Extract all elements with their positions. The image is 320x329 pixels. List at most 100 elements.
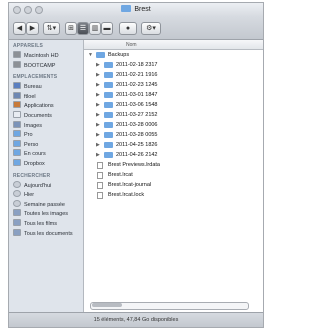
arrange-button[interactable]: ⇅▾ bbox=[43, 22, 60, 35]
disclosure-open-icon[interactable]: ▼ bbox=[88, 51, 93, 60]
list-item[interactable]: ▶ 2011-03-06 1548 bbox=[84, 101, 263, 110]
action-menu-button[interactable]: ⚙▾ bbox=[141, 22, 161, 35]
list-item[interactable]: ▶ 2011-03-28 0006 bbox=[84, 121, 263, 130]
folder-icon bbox=[104, 102, 113, 108]
disclosure-closed-icon[interactable]: ▶ bbox=[96, 71, 100, 80]
documents-icon bbox=[13, 111, 21, 118]
sidebar-item[interactable]: Macintosh HD bbox=[13, 51, 81, 60]
sidebar-item-label: ftloel bbox=[24, 93, 36, 100]
list-item-name: 2011-02-21 1916 bbox=[116, 72, 158, 78]
hard-drive-icon bbox=[13, 60, 21, 68]
folder-icon bbox=[104, 132, 113, 138]
smart-folder-icon bbox=[13, 219, 21, 226]
sidebar-item[interactable]: Documents bbox=[13, 111, 81, 120]
back-button[interactable]: ◀ bbox=[13, 22, 26, 35]
disclosure-closed-icon[interactable]: ▶ bbox=[96, 61, 100, 70]
sidebar-item[interactable]: Tous les documents bbox=[13, 228, 81, 238]
home-icon bbox=[13, 91, 21, 99]
list-item-name: 2011-04-25 1826 bbox=[116, 142, 158, 148]
sidebar-item[interactable]: Aujourd'hui bbox=[13, 180, 81, 190]
list-item-name: 2011-02-18 2317 bbox=[116, 62, 158, 68]
folder-icon bbox=[13, 159, 21, 166]
smart-folder-icon bbox=[13, 209, 21, 217]
sidebar-item-label: Pro bbox=[24, 132, 33, 139]
sidebar-item-label: BOOTCAMP bbox=[24, 62, 56, 69]
list-item[interactable]: ▶ 2011-03-27 2152 bbox=[84, 111, 263, 120]
sidebar-item[interactable]: BOOTCAMP bbox=[13, 60, 81, 70]
disclosure-closed-icon[interactable]: ▶ bbox=[96, 101, 100, 110]
list-item[interactable]: Brest Previews.lrdata bbox=[84, 161, 263, 170]
list-item-name: Brest Previews.lrdata bbox=[108, 162, 160, 168]
sidebar-item[interactable]: Images bbox=[13, 120, 81, 130]
folder-icon bbox=[104, 62, 113, 68]
sidebar-item[interactable]: Semaine passée bbox=[13, 199, 81, 209]
folder-icon bbox=[121, 5, 132, 12]
list-item[interactable]: Brest.lrcat-journal bbox=[84, 181, 263, 190]
sidebar-item[interactable]: Dropbox bbox=[13, 159, 81, 168]
list-item[interactable]: ▶ 2011-04-25 1826 bbox=[84, 141, 263, 150]
folder-icon bbox=[104, 82, 113, 88]
list-item[interactable]: ▼ Backups bbox=[84, 51, 263, 60]
view-icons-button[interactable]: ⊞ bbox=[65, 22, 77, 35]
disclosure-closed-icon[interactable]: ▶ bbox=[96, 91, 100, 100]
sidebar-item-label: Applications bbox=[24, 103, 54, 110]
disclosure-closed-icon[interactable]: ▶ bbox=[96, 141, 100, 150]
applications-icon bbox=[13, 101, 21, 109]
sidebar: APPAREILS Macintosh HD BOOTCAMP EMPLACEMENT… bbox=[9, 40, 84, 313]
column-header-name[interactable]: Nom bbox=[84, 40, 263, 50]
list-item[interactable]: Brest.lrcat.lock bbox=[84, 191, 263, 200]
sidebar-item[interactable]: Applications bbox=[13, 101, 81, 110]
forward-button[interactable]: ▶ bbox=[26, 22, 39, 35]
sidebar-item[interactable]: Toutes les images bbox=[13, 209, 81, 218]
sidebar-item[interactable]: Bureau bbox=[13, 82, 81, 91]
sidebar-item-label: Aujourd'hui bbox=[24, 182, 52, 189]
list-item[interactable]: ▶ 2011-02-18 2317 bbox=[84, 61, 263, 70]
list-item-name: Brest.lrcat.lock bbox=[108, 192, 145, 198]
clock-icon bbox=[13, 199, 21, 207]
folder-icon bbox=[104, 122, 113, 128]
sidebar-item[interactable]: ftloel bbox=[13, 91, 81, 101]
view-coverflow-button[interactable]: ▬ bbox=[101, 22, 113, 35]
folder-icon bbox=[104, 112, 113, 118]
sidebar-item-label: Semaine passée bbox=[24, 201, 65, 208]
quick-look-button[interactable]: ● bbox=[119, 22, 137, 35]
horizontal-scrollbar[interactable] bbox=[90, 302, 249, 310]
disclosure-closed-icon[interactable]: ▶ bbox=[96, 121, 100, 130]
disclosure-closed-icon[interactable]: ▶ bbox=[96, 81, 100, 90]
list-item[interactable]: Brest.lrcat bbox=[84, 171, 263, 180]
scrollbar-thumb[interactable] bbox=[92, 303, 122, 307]
list-item[interactable]: ▶ 2011-02-21 1916 bbox=[84, 71, 263, 80]
sidebar-item[interactable]: Hier bbox=[13, 190, 81, 199]
list-item[interactable]: ▶ 2011-04-26 2142 bbox=[84, 151, 263, 160]
clock-icon bbox=[13, 190, 21, 198]
disclosure-closed-icon[interactable]: ▶ bbox=[96, 111, 100, 120]
document-icon bbox=[97, 182, 103, 189]
sidebar-item-label: Hier bbox=[24, 192, 35, 199]
sidebar-item[interactable]: Perso bbox=[13, 139, 81, 149]
list-item[interactable]: ▶ 2011-02-23 1245 bbox=[84, 81, 263, 90]
folder-icon bbox=[96, 52, 105, 58]
sidebar-item-label: Toutes les images bbox=[24, 211, 69, 218]
list-item[interactable]: ▶ 2011-03-28 0055 bbox=[84, 131, 263, 140]
sidebar-item[interactable]: Tous les films bbox=[13, 219, 81, 228]
document-icon bbox=[97, 192, 103, 199]
list-item[interactable]: ▶ 2011-03-01 1847 bbox=[84, 91, 263, 100]
disclosure-closed-icon[interactable]: ▶ bbox=[96, 151, 100, 160]
folder-icon bbox=[13, 139, 21, 147]
status-bar: 15 éléments, 47,84 Go disponibles bbox=[9, 312, 263, 327]
list-item-name: 2011-03-28 0055 bbox=[116, 132, 158, 138]
list-item-name: Brest.lrcat bbox=[108, 172, 133, 178]
view-list-button[interactable]: ☰ bbox=[77, 22, 89, 35]
sidebar-item-label: Images bbox=[24, 122, 43, 129]
column-header-label: Nom bbox=[126, 42, 137, 48]
view-columns-button[interactable]: ▥ bbox=[89, 22, 101, 35]
list-item-name: 2011-03-01 1847 bbox=[116, 92, 158, 98]
sidebar-item[interactable]: En cours bbox=[13, 149, 81, 158]
clock-icon bbox=[13, 180, 21, 188]
sidebar-item[interactable]: Pro bbox=[13, 130, 81, 139]
folder-icon bbox=[104, 142, 113, 148]
sidebar-section-header: APPAREILS bbox=[13, 43, 44, 49]
disclosure-closed-icon[interactable]: ▶ bbox=[96, 131, 100, 140]
smart-folder-icon bbox=[13, 228, 21, 236]
sidebar-item-label: Tous les films bbox=[24, 221, 58, 227]
